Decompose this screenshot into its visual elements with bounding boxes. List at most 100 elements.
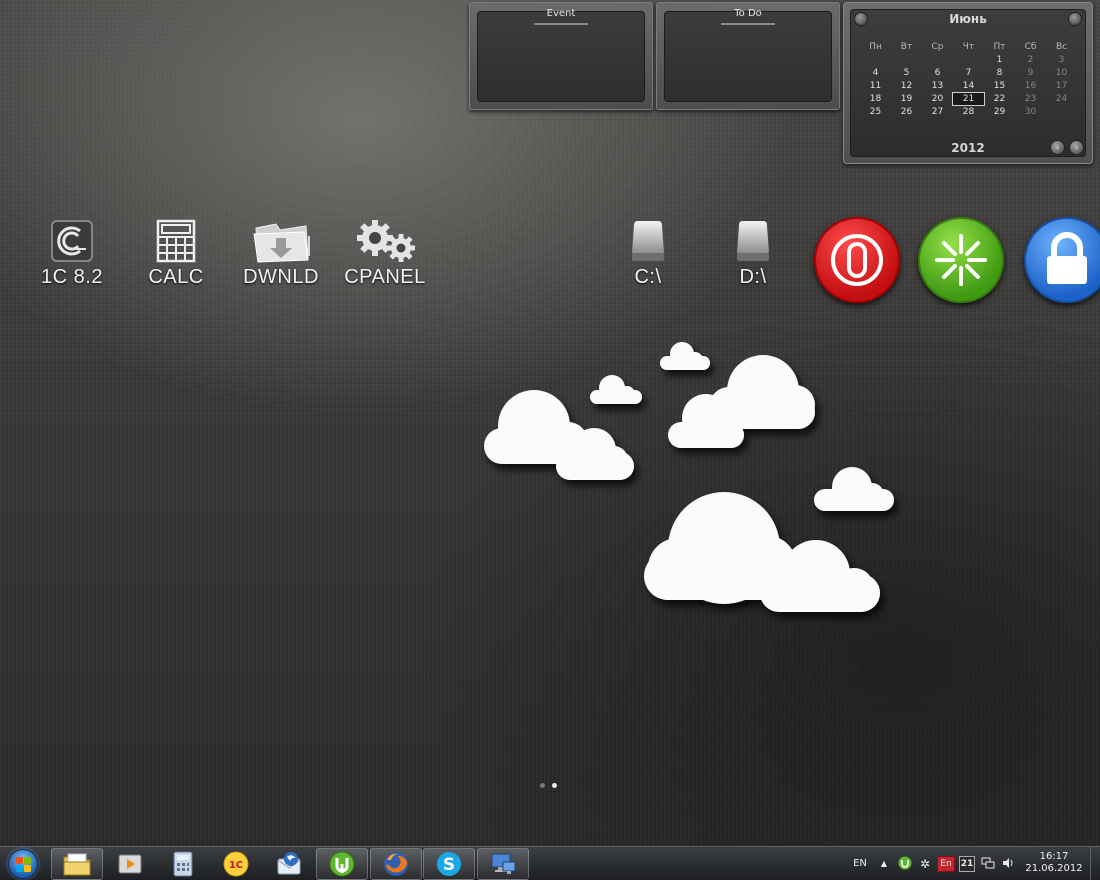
desktop-icon-calc[interactable]: CALC <box>126 218 226 289</box>
lock-icon <box>1047 232 1087 284</box>
calendar-weekday: Вт <box>900 42 913 52</box>
calendar-day[interactable]: 18 <box>860 93 891 105</box>
calendar-day[interactable]: 26 <box>891 106 922 118</box>
calculator-icon <box>173 851 193 877</box>
calendar-grid: Пн Вт Ср Чт Пт Сб Вс 1 2 3 4 5 6 7 8 9 10 11 12 13 14 15 16 17 1… <box>860 41 1077 118</box>
utorrent-icon <box>329 851 355 877</box>
taskbar-1c-button[interactable]: 1C <box>210 848 262 880</box>
calendar-day[interactable]: 30 <box>1015 106 1046 118</box>
lock-button[interactable] <box>1024 217 1100 303</box>
power-button[interactable] <box>814 217 900 303</box>
calendar-day[interactable]: 10 <box>1046 67 1077 79</box>
cloud <box>660 342 710 370</box>
calendar-day[interactable]: 5 <box>891 67 922 79</box>
calendar-weekday: Вс <box>1055 42 1068 52</box>
calendar-day[interactable]: 7 <box>953 67 984 79</box>
calendar-empty-cell <box>891 54 922 66</box>
calendar-day[interactable]: 6 <box>922 67 953 79</box>
calendar-day[interactable]: 16 <box>1015 80 1046 92</box>
show-desktop-button[interactable] <box>1090 847 1100 880</box>
calendar-day[interactable]: 25 <box>860 106 891 118</box>
volume-icon[interactable] <box>1000 856 1016 872</box>
calendar-day[interactable]: 17 <box>1046 80 1077 92</box>
tray-calendar-icon[interactable]: 21 <box>959 856 975 872</box>
calendar-day[interactable]: 14 <box>953 80 984 92</box>
calendar-day[interactable]: 9 <box>1015 67 1046 79</box>
desktop-icon-label: C:\ <box>634 266 662 288</box>
calendar-day[interactable]: 15 <box>984 80 1015 92</box>
taskbar-media-player-button[interactable] <box>104 848 156 880</box>
calendar-day[interactable]: 27 <box>922 106 953 118</box>
taskbar-firefox-button[interactable] <box>370 848 422 880</box>
calendar-weekday: Сб <box>1024 42 1037 52</box>
tray-utorrent-icon[interactable] <box>897 856 913 872</box>
windows-explorer-icon <box>63 853 91 876</box>
calendar-day[interactable]: 23 <box>1015 93 1046 105</box>
desktop-icon-1c[interactable]: 1C 8.2 <box>22 218 122 289</box>
calendar-day[interactable]: 22 <box>984 93 1015 105</box>
calendar-day[interactable]: 28 <box>953 106 984 118</box>
clouds-wallpaper <box>484 342 894 612</box>
todo-gadget-underline <box>721 23 775 25</box>
desktop-icon-drive-c[interactable]: C:\ <box>598 218 698 289</box>
calendar-month: Июнь <box>949 12 987 26</box>
desktop-icon-label: DWNLD <box>243 266 319 288</box>
taskbar-skype-button[interactable]: S <box>423 848 475 880</box>
calendar-day[interactable]: 8 <box>984 67 1015 79</box>
taskbar-utorrent-button[interactable] <box>316 848 368 880</box>
desktop-icon-label: D:\ <box>739 266 767 288</box>
language-indicator[interactable]: EN <box>850 856 870 872</box>
calendar-empty-cell <box>922 54 953 66</box>
taskbar-clock[interactable]: 16:17 21.06.2012 <box>1020 851 1088 875</box>
network-icon[interactable] <box>980 856 996 872</box>
page-dot-2[interactable] <box>552 783 557 788</box>
desktop-icon-label: CPANEL <box>344 266 426 288</box>
desktop-icon-cpanel[interactable]: CPANEL <box>335 218 435 289</box>
event-gadget[interactable]: Event <box>469 2 653 110</box>
taskbar-calculator-button[interactable] <box>157 848 209 880</box>
calendar-day[interactable]: 4 <box>860 67 891 79</box>
tray-sync-icon[interactable]: ✲ <box>917 856 933 872</box>
svg-text:S: S <box>443 855 455 875</box>
restart-button[interactable] <box>918 217 1004 303</box>
calendar-next-button[interactable]: › <box>1069 140 1084 155</box>
thunderbird-icon <box>277 852 301 875</box>
calendar-day[interactable]: 3 <box>1046 54 1077 66</box>
calendar-day[interactable]: 1 <box>984 54 1015 66</box>
event-gadget-title: Event <box>546 8 576 19</box>
gears-icon <box>335 218 435 264</box>
desktop-icon-label: CALC <box>148 266 204 288</box>
drive-icon <box>598 218 698 264</box>
show-hidden-icons-button[interactable]: ▲ <box>878 856 890 872</box>
desktop-icon-dwnld[interactable]: DWNLD <box>231 218 331 289</box>
calendar-day[interactable]: 29 <box>984 106 1015 118</box>
event-gadget-underline <box>534 23 588 25</box>
calendar-day[interactable]: 13 <box>922 80 953 92</box>
skype-icon: S <box>437 852 461 876</box>
taskbar-explorer-button[interactable] <box>51 848 103 880</box>
calendar-day[interactable]: 11 <box>860 80 891 92</box>
desktop-icon-drive-d[interactable]: D:\ <box>703 218 803 289</box>
taskbar-remote-desktop-button[interactable] <box>477 848 529 880</box>
calendar-weekday: Пн <box>869 42 882 52</box>
calendar-day[interactable]: 20 <box>922 93 953 105</box>
clock-time: 16:17 <box>1039 851 1069 862</box>
cloud <box>590 375 642 404</box>
calendar-day[interactable]: 21 <box>952 92 985 106</box>
keyboard-layout-indicator[interactable]: En <box>937 856 955 872</box>
1c-enterprise-icon: 1C <box>223 851 249 877</box>
media-player-icon <box>118 854 142 874</box>
calendar-day[interactable]: 2 <box>1015 54 1046 66</box>
taskbar-thunderbird-button[interactable] <box>263 848 315 880</box>
calendar-day[interactable]: 24 <box>1046 93 1077 105</box>
calendar-prev-button[interactable]: ‹ <box>1050 140 1065 155</box>
taskbar: 1C S EN ▲ ✲ En 21 16:17 21.06.2012 <box>0 846 1100 880</box>
calendar-weekday: Пт <box>993 42 1006 52</box>
calendar-gadget: Июнь Пн Вт Ср Чт Пт Сб Вс 1 2 3 4 5 6 7 8 9 10 11 12 13 14 15… <box>843 2 1093 164</box>
page-dot-1[interactable] <box>540 783 545 788</box>
calendar-day[interactable]: 12 <box>891 80 922 92</box>
todo-gadget[interactable]: To Do <box>656 2 840 110</box>
calendar-day[interactable]: 19 <box>891 93 922 105</box>
start-button[interactable] <box>3 848 43 880</box>
svg-text:1C: 1C <box>229 860 243 871</box>
